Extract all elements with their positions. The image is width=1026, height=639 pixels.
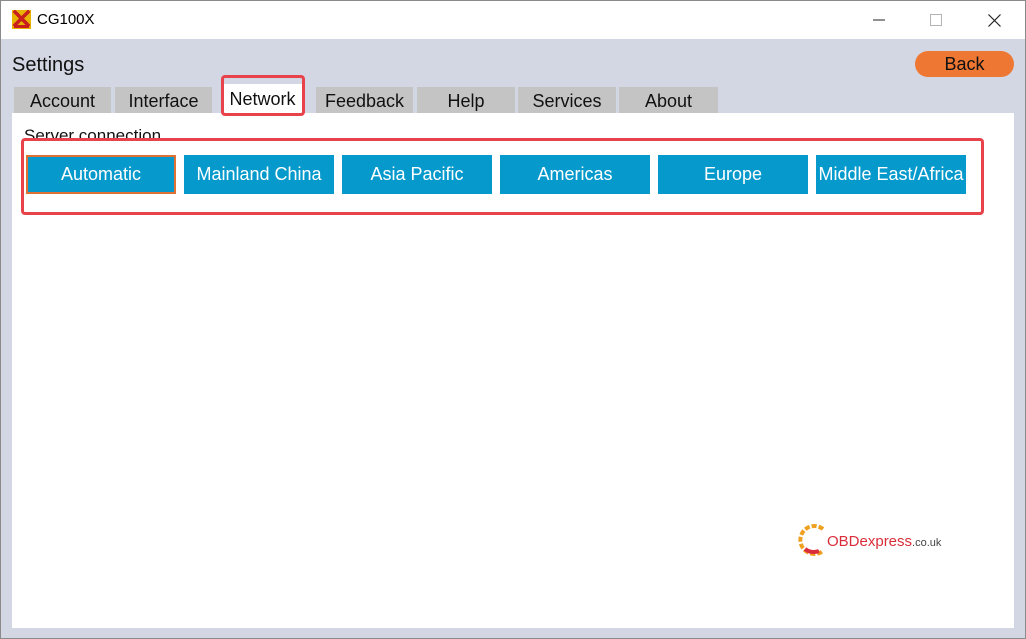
back-button[interactable]: Back	[915, 51, 1014, 77]
close-button[interactable]	[971, 1, 1017, 39]
title-bar[interactable]: CG100X	[1, 1, 1025, 39]
app-x-logo-icon	[12, 10, 31, 29]
server-middle-east-africa-button[interactable]: Middle East/Africa	[816, 155, 966, 194]
tab-services[interactable]: Services	[518, 87, 616, 113]
server-automatic-button[interactable]: Automatic	[26, 155, 176, 194]
minimize-icon	[873, 19, 885, 21]
server-connection-label: Server connection	[24, 126, 162, 145]
tab-feedback[interactable]: Feedback	[316, 87, 413, 113]
server-europe-button[interactable]: Europe	[658, 155, 808, 194]
page-title: Settings	[12, 54, 85, 76]
watermark-brand: OBDexpress	[827, 533, 913, 550]
maximize-button[interactable]	[913, 1, 959, 39]
tab-account[interactable]: Account	[14, 87, 111, 113]
tab-network[interactable]: Network	[223, 84, 302, 114]
server-americas-button[interactable]: Americas	[500, 155, 650, 194]
watermark-suffix: .co.uk	[912, 537, 942, 549]
window-title: CG100X	[37, 11, 95, 28]
server-asia-pacific-button[interactable]: Asia Pacific	[342, 155, 492, 194]
watermark-text: OBDexpress.co.uk	[827, 533, 941, 552]
close-icon	[987, 13, 1001, 27]
app-window: CG100X Settings Back Account Interface N…	[0, 0, 1026, 639]
watermark: OBDexpress.co.uk	[797, 521, 947, 561]
obdexpress-logo-icon	[798, 524, 825, 556]
maximize-icon	[930, 14, 942, 26]
minimize-button[interactable]	[856, 1, 902, 39]
tab-help[interactable]: Help	[417, 87, 515, 113]
tab-about[interactable]: About	[619, 87, 718, 113]
server-mainland-china-button[interactable]: Mainland China	[184, 155, 334, 194]
tab-interface[interactable]: Interface	[115, 87, 212, 113]
